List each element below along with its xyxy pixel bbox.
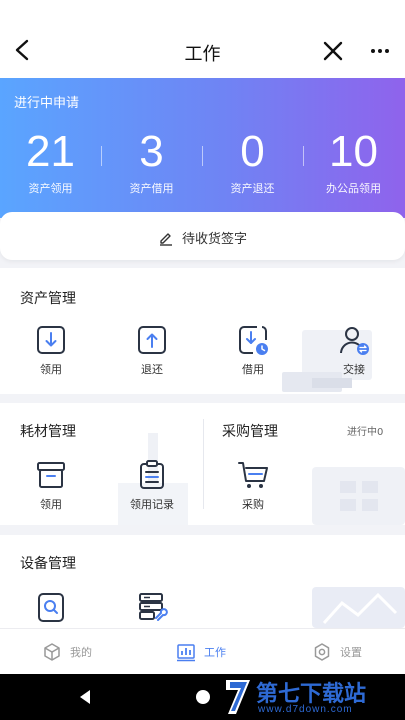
watermark: 第七下载站 www.d7down.com [218,674,405,720]
stat-value: 21 [26,127,75,176]
top-bar: 工作 [0,0,405,78]
decorative-illustration [312,587,405,628]
stat-value: 0 [240,127,265,176]
tile-label: 领用记录 [130,498,174,511]
server-wrench-icon [139,593,168,621]
procurement-purchase-tile[interactable]: 采购 [218,459,288,512]
stat-asset-return[interactable]: 0 资产退还 [202,126,303,196]
watermark-url: www.d7down.com [258,704,353,715]
borrow-clock-icon [239,326,268,355]
stat-label: 资产领用 [28,182,73,195]
consumable-records-tile[interactable]: 领用记录 [117,459,187,512]
consumables-title: 耗材管理 [20,424,76,440]
clipboard-list-icon [140,460,164,489]
asset-return-tile[interactable]: 退还 [117,324,187,377]
stat-office-supplies[interactable]: 10 办公品领用 [303,126,404,196]
tab-mine[interactable]: 我的 [42,641,92,663]
tile-label: 采购 [242,498,264,511]
user-transfer-icon [340,327,369,355]
page-title: 工作 [184,44,221,65]
pending-applications-panel: 进行中申请 21 资产领用 3 资产借用 0 资产退还 10 办公品领用 [0,78,405,218]
procurement-title: 采购管理 [222,424,278,440]
stat-asset-borrow[interactable]: 3 资产借用 [101,126,202,196]
more-options-icon[interactable] [370,42,390,60]
system-home-icon[interactable] [196,690,210,704]
stat-value: 3 [139,127,164,176]
asset-collect-tile[interactable]: 领用 [16,324,86,377]
equipment-card: 设备管理 [0,535,405,628]
system-back-icon[interactable] [78,689,92,705]
tab-work[interactable]: 工作 [176,641,226,663]
settings-icon [314,643,330,661]
asset-management-card: 资产管理 领用 退还 借用 交接 [0,268,405,394]
bar-chart-icon [177,644,195,662]
download-box-icon [37,326,65,354]
archive-box-icon [37,462,65,488]
tile-label: 交接 [343,363,365,376]
tab-label: 我的 [70,646,92,659]
pending-sign-button[interactable]: 待收货签字 [0,212,405,260]
decorative-illustration [312,467,405,525]
tab-label: 工作 [204,646,226,659]
section-divider [203,419,204,509]
tile-label: 借用 [242,363,264,376]
equipment-inspect-tile[interactable] [16,591,86,623]
tile-label: 领用 [40,363,62,376]
tab-label: 设置 [340,646,362,659]
stat-label: 办公品领用 [326,182,381,195]
tile-label: 退还 [141,363,163,376]
stat-asset-collect[interactable]: 21 资产领用 [0,126,101,196]
close-icon[interactable] [322,40,344,62]
pending-applications-title: 进行中申请 [14,96,80,111]
upload-box-icon [138,326,166,354]
pen-icon [159,233,172,246]
consumables-procurement-card: 耗材管理 采购管理 进行中0 领用 领用记录 采购 [0,403,405,525]
equipment-title: 设备管理 [20,556,76,572]
cube-icon [44,643,60,661]
asset-handover-tile[interactable]: 交接 [319,324,389,377]
shopping-cart-icon [238,462,268,488]
stat-value: 10 [329,127,378,176]
procurement-status: 进行中0 [347,427,384,438]
pending-sign-label: 待收货签字 [181,232,247,247]
bottom-tab-bar: 我的 工作 设置 [0,628,405,674]
asset-borrow-tile[interactable]: 借用 [218,324,288,377]
tile-label: 领用 [40,498,62,511]
search-document-icon [38,593,64,622]
stat-label: 资产借用 [129,182,174,195]
consumable-collect-tile[interactable]: 领用 [16,459,86,512]
asset-management-title: 资产管理 [20,291,76,307]
tab-settings[interactable]: 设置 [312,641,362,663]
stat-label: 资产退还 [230,182,275,195]
watermark-logo [226,680,250,714]
equipment-maintenance-tile[interactable] [117,591,187,623]
